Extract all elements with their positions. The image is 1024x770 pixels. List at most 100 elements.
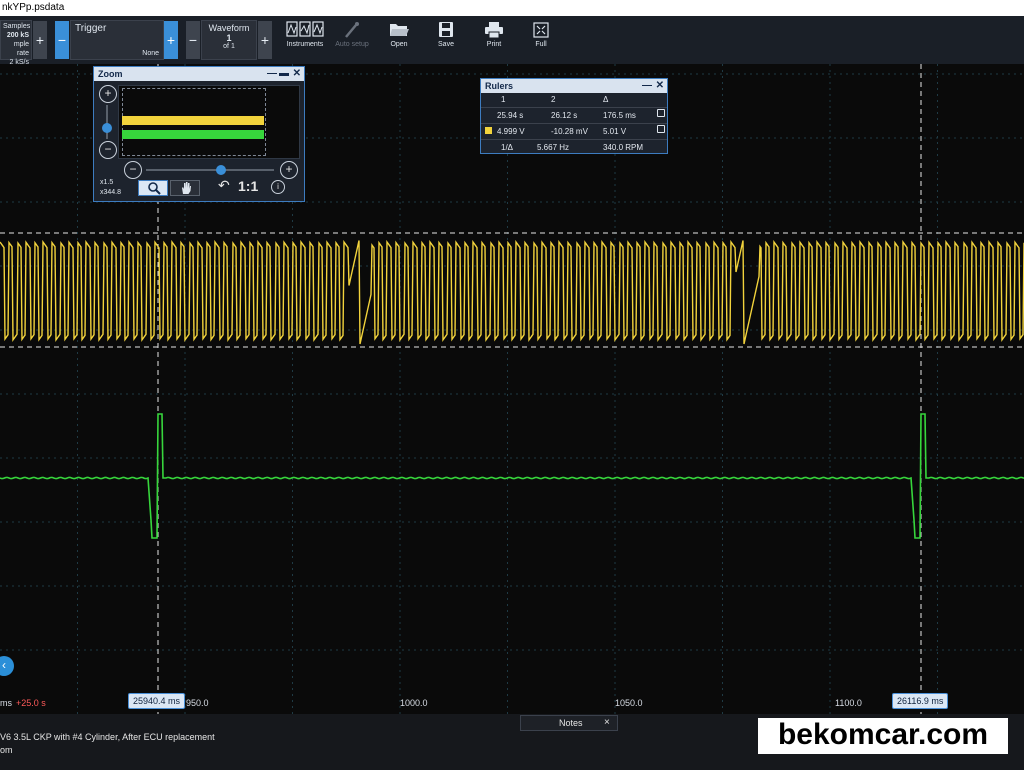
auto-setup-button[interactable]: Auto setup bbox=[328, 19, 376, 61]
horizontal-zoom-slider[interactable] bbox=[146, 169, 274, 171]
rulers-panel-title: Rulers bbox=[485, 81, 514, 91]
instruments-button[interactable]: Instruments bbox=[281, 19, 329, 61]
rulers-panel[interactable]: Rulers — ✕ 1 2 Δ 25.94 s 26.12 s 176.5 m… bbox=[480, 78, 668, 154]
print-button[interactable]: Print bbox=[470, 19, 518, 61]
zoom-reset-button[interactable]: 1:1 bbox=[238, 178, 258, 194]
overview-channel-b bbox=[122, 130, 264, 139]
trigger-plus-button[interactable]: + bbox=[164, 21, 178, 59]
window-title: nkYPp.psdata bbox=[0, 0, 1024, 16]
waveform-label: Waveform bbox=[208, 23, 250, 33]
ruler-1-tag[interactable]: 25940.4 ms bbox=[128, 693, 186, 709]
sample-rate-label: mple rate bbox=[13, 41, 29, 57]
magnifier-icon bbox=[148, 182, 161, 195]
instruments-label: Instruments bbox=[286, 41, 324, 48]
close-icon[interactable]: × bbox=[604, 717, 610, 728]
zoom-out-horizontal-button[interactable]: − bbox=[124, 161, 142, 179]
rulers-header-row bbox=[481, 93, 667, 108]
hand-icon bbox=[182, 182, 191, 194]
undo-zoom-icon[interactable]: ↶ bbox=[218, 177, 230, 194]
axis-tick-1050: 1050.0 bbox=[615, 698, 643, 708]
zoom-in-horizontal-button[interactable]: + bbox=[280, 161, 298, 179]
horizontal-zoom-thumb[interactable] bbox=[216, 165, 226, 175]
ruler-col-2-header: 2 bbox=[551, 95, 556, 104]
time-ruler-1: 25.94 s bbox=[497, 111, 524, 120]
axis-tick-1100: 1100.0 bbox=[835, 698, 862, 708]
print-label: Print bbox=[486, 41, 502, 48]
channel-b-trace bbox=[0, 413, 1024, 539]
zoom-panel-header[interactable]: Zoom — ▬ ✕ bbox=[94, 67, 304, 81]
ruler-col-delta-header: Δ bbox=[603, 95, 609, 104]
zoom-tool-button[interactable] bbox=[138, 180, 168, 196]
note-text-line-2: om bbox=[0, 745, 13, 755]
waveform-minus-button[interactable]: − bbox=[186, 21, 200, 59]
zoom-out-vertical-button[interactable]: − bbox=[99, 141, 117, 159]
open-button[interactable]: Open bbox=[375, 19, 423, 61]
wand-icon bbox=[345, 22, 359, 38]
samples-box[interactable]: Samples 200 kS mple rate 2 kS/s bbox=[0, 20, 32, 66]
zoom-overview[interactable] bbox=[118, 85, 300, 159]
watermark: bekomcar.com bbox=[758, 718, 1008, 754]
fullscreen-icon bbox=[533, 22, 549, 38]
trigger-value: None bbox=[142, 50, 159, 57]
zoom-panel-title: Zoom bbox=[98, 69, 123, 79]
pan-tool-button[interactable] bbox=[170, 180, 200, 196]
close-icon[interactable]: ✕ bbox=[293, 67, 301, 80]
zoom-panel[interactable]: Zoom — ▬ ✕ + − − + x1.5 x344.8 ↶ 1:1 i bbox=[93, 66, 305, 202]
note-text-line-1: V6 3.5L CKP with #4 Cylinder, After ECU … bbox=[0, 732, 215, 742]
full-label: Full bbox=[535, 41, 547, 48]
waveform-index: 1 bbox=[226, 33, 232, 43]
zoom-factor-x: x1.5 bbox=[100, 179, 114, 186]
waveform-of: of 1 bbox=[223, 43, 235, 50]
waveform-plus-button[interactable]: + bbox=[258, 21, 272, 59]
lock-icon[interactable] bbox=[657, 125, 665, 133]
frequency-label: 1/Δ bbox=[501, 143, 514, 152]
voltage-ruler-2: -10.28 mV bbox=[551, 127, 588, 136]
rulers-panel-header[interactable]: Rulers — ✕ bbox=[481, 79, 667, 93]
lock-icon[interactable] bbox=[657, 109, 665, 117]
axis-unit-label: ms bbox=[0, 698, 12, 708]
time-ruler-delta: 176.5 ms bbox=[603, 111, 636, 120]
save-icon bbox=[439, 22, 453, 37]
restore-icon[interactable]: ▬ bbox=[279, 67, 289, 80]
axis-offset-label: +25.0 s bbox=[16, 698, 46, 708]
channel-a-trace bbox=[0, 239, 1024, 345]
close-icon[interactable]: ✕ bbox=[656, 79, 664, 92]
instruments-icon bbox=[286, 21, 324, 37]
trigger-label: Trigger bbox=[75, 23, 107, 34]
zoom-in-vertical-button[interactable]: + bbox=[99, 85, 117, 103]
save-button[interactable]: Save bbox=[422, 19, 470, 61]
full-screen-button[interactable]: Full bbox=[517, 19, 565, 61]
channel-a-swatch bbox=[485, 127, 492, 134]
axis-tick-950: 950.0 bbox=[186, 698, 209, 708]
frequency-value: 5.667 Hz bbox=[537, 143, 570, 152]
samples-label: Samples bbox=[3, 23, 31, 30]
vertical-zoom-slider[interactable] bbox=[106, 105, 108, 139]
printer-icon bbox=[485, 22, 503, 39]
zoom-factor-total: x344.8 bbox=[100, 189, 122, 196]
trigger-minus-button[interactable]: − bbox=[55, 21, 69, 59]
samples-plus-button[interactable]: + bbox=[33, 21, 47, 59]
ruler-col-1-header: 1 bbox=[501, 95, 506, 104]
auto-setup-label: Auto setup bbox=[335, 41, 369, 48]
save-label: Save bbox=[438, 41, 454, 48]
voltage-ruler-delta: 5.01 V bbox=[603, 127, 627, 136]
ruler-2-tag[interactable]: 26116.9 ms bbox=[892, 693, 949, 709]
trigger-box[interactable]: Trigger None bbox=[70, 20, 164, 60]
toolbar: Samples 200 kS mple rate 2 kS/s + − Trig… bbox=[0, 16, 1024, 66]
time-ruler-2: 26.12 s bbox=[551, 111, 578, 120]
info-icon[interactable]: i bbox=[271, 180, 285, 194]
overview-channel-a bbox=[122, 116, 264, 125]
axis-tick-1000: 1000.0 bbox=[400, 698, 428, 708]
notes-tab[interactable]: Notes × bbox=[520, 715, 618, 731]
minimize-icon[interactable]: — bbox=[267, 67, 277, 80]
chevron-left-icon: ‹ bbox=[2, 658, 6, 672]
vertical-zoom-thumb[interactable] bbox=[102, 123, 112, 133]
open-label: Open bbox=[390, 41, 408, 48]
voltage-ruler-1: 4.999 V bbox=[497, 127, 525, 136]
rpm-value: 340.0 RPM bbox=[603, 143, 644, 152]
scope-view[interactable]: ‹ Zoom — ▬ ✕ + − − + x1.5 x344.8 ↶ 1:1 i… bbox=[0, 64, 1024, 714]
samples-value: 200 kS bbox=[6, 32, 29, 39]
notes-label: Notes bbox=[559, 718, 583, 728]
waveform-box[interactable]: Waveform 1 of 1 bbox=[201, 20, 257, 60]
minimize-icon[interactable]: — bbox=[642, 79, 652, 92]
